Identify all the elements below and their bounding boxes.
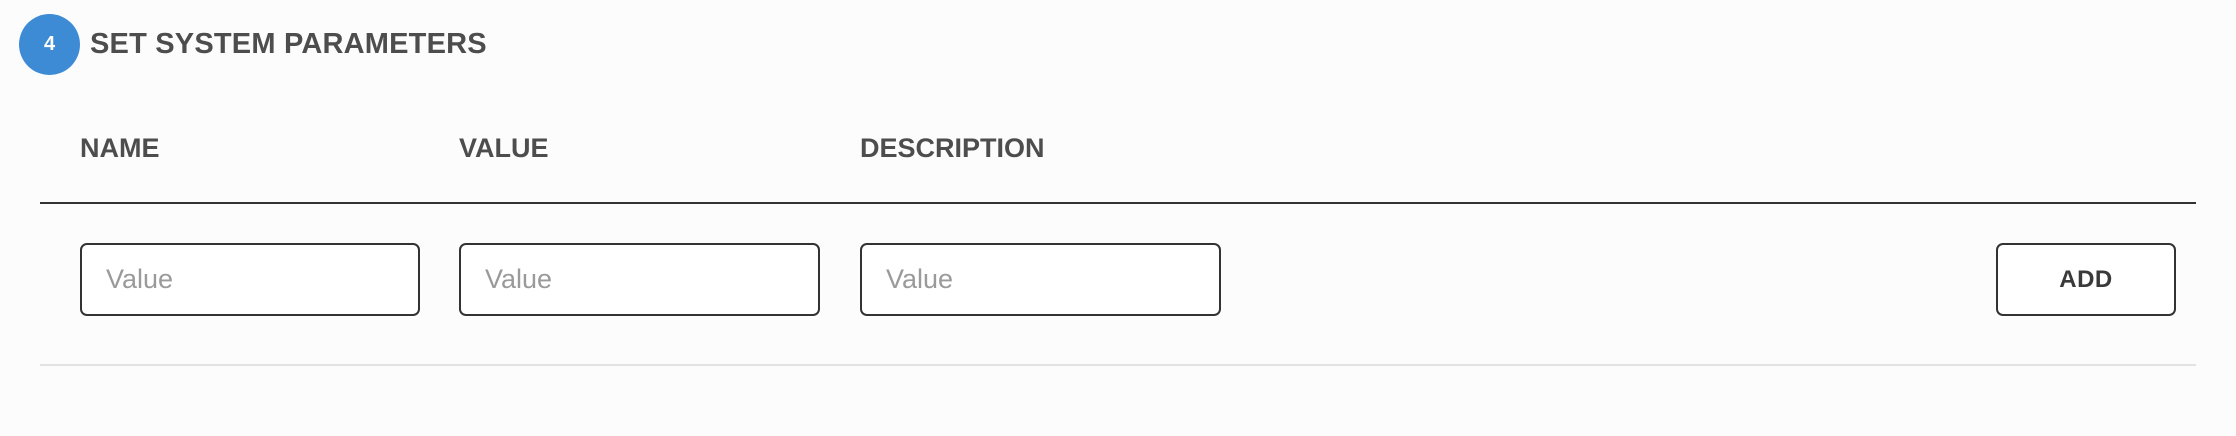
step-number-badge: 4 [19, 14, 80, 75]
column-header-description: DESCRIPTION [860, 133, 1045, 163]
column-header-value: VALUE [459, 133, 549, 163]
section-title: SET SYSTEM PARAMETERS [90, 28, 487, 60]
system-parameters-panel: 4 SET SYSTEM PARAMETERS NAME VALUE DESCR… [0, 0, 2236, 436]
add-parameter-button[interactable]: ADD [1996, 243, 2176, 316]
header-divider [40, 202, 2196, 204]
parameter-description-input[interactable] [860, 243, 1221, 316]
row-divider [40, 364, 2196, 366]
parameter-value-input[interactable] [459, 243, 820, 316]
step-number: 4 [43, 33, 56, 55]
parameter-name-input[interactable] [80, 243, 420, 316]
column-header-name: NAME [80, 133, 160, 163]
